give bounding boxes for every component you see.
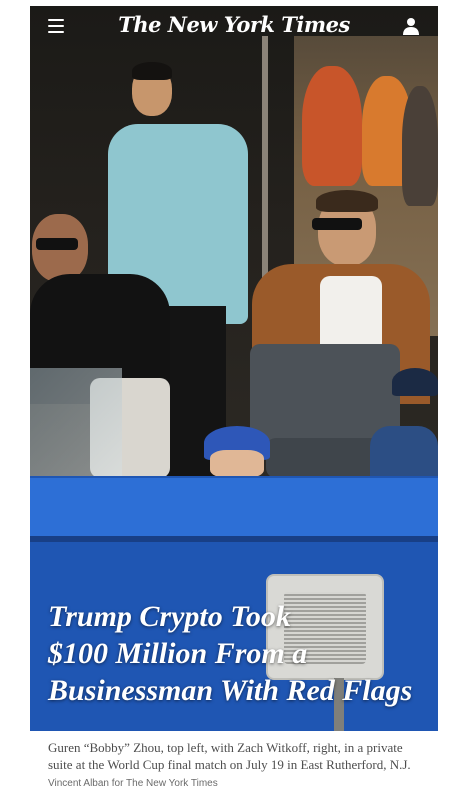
photo-crowd-figure [402,86,438,206]
photo-stadium-rail [30,478,438,536]
photo-right-man-hair [316,190,378,212]
headline-line: Businessman With Red Flags [48,674,413,707]
hero-image-frame: The New York Times Trump Crypto Took $10… [30,6,438,731]
photo-credit: Vincent Alban for The New York Times [48,778,218,789]
photo-railing-glass [30,368,122,476]
photo-stadium-rail-edge [30,536,438,542]
photo-right-woman-body [370,426,438,478]
photo-right-woman-cap [392,368,438,396]
user-account-icon[interactable] [402,17,420,35]
headline-line: $100 Million From a [48,637,308,670]
photo-child-face [210,450,264,478]
photo-standing-man-hair [132,62,172,80]
photo-right-man-sunglasses [312,218,362,230]
article-headline[interactable]: Trump Crypto Took $100 Million From a Bu… [48,598,433,709]
headline-line: Trump Crypto Took [48,600,291,633]
photo-left-man-sunglasses [36,238,78,250]
nyt-masthead-logo[interactable]: The New York Times [30,12,438,37]
caption-text: Guren “Bobby” Zhou, top left, with Zach … [48,740,411,772]
photo-crowd-figure [302,66,362,186]
photo-caption: Guren “Bobby” Zhou, top left, with Zach … [48,739,428,792]
site-header: The New York Times [30,6,438,46]
